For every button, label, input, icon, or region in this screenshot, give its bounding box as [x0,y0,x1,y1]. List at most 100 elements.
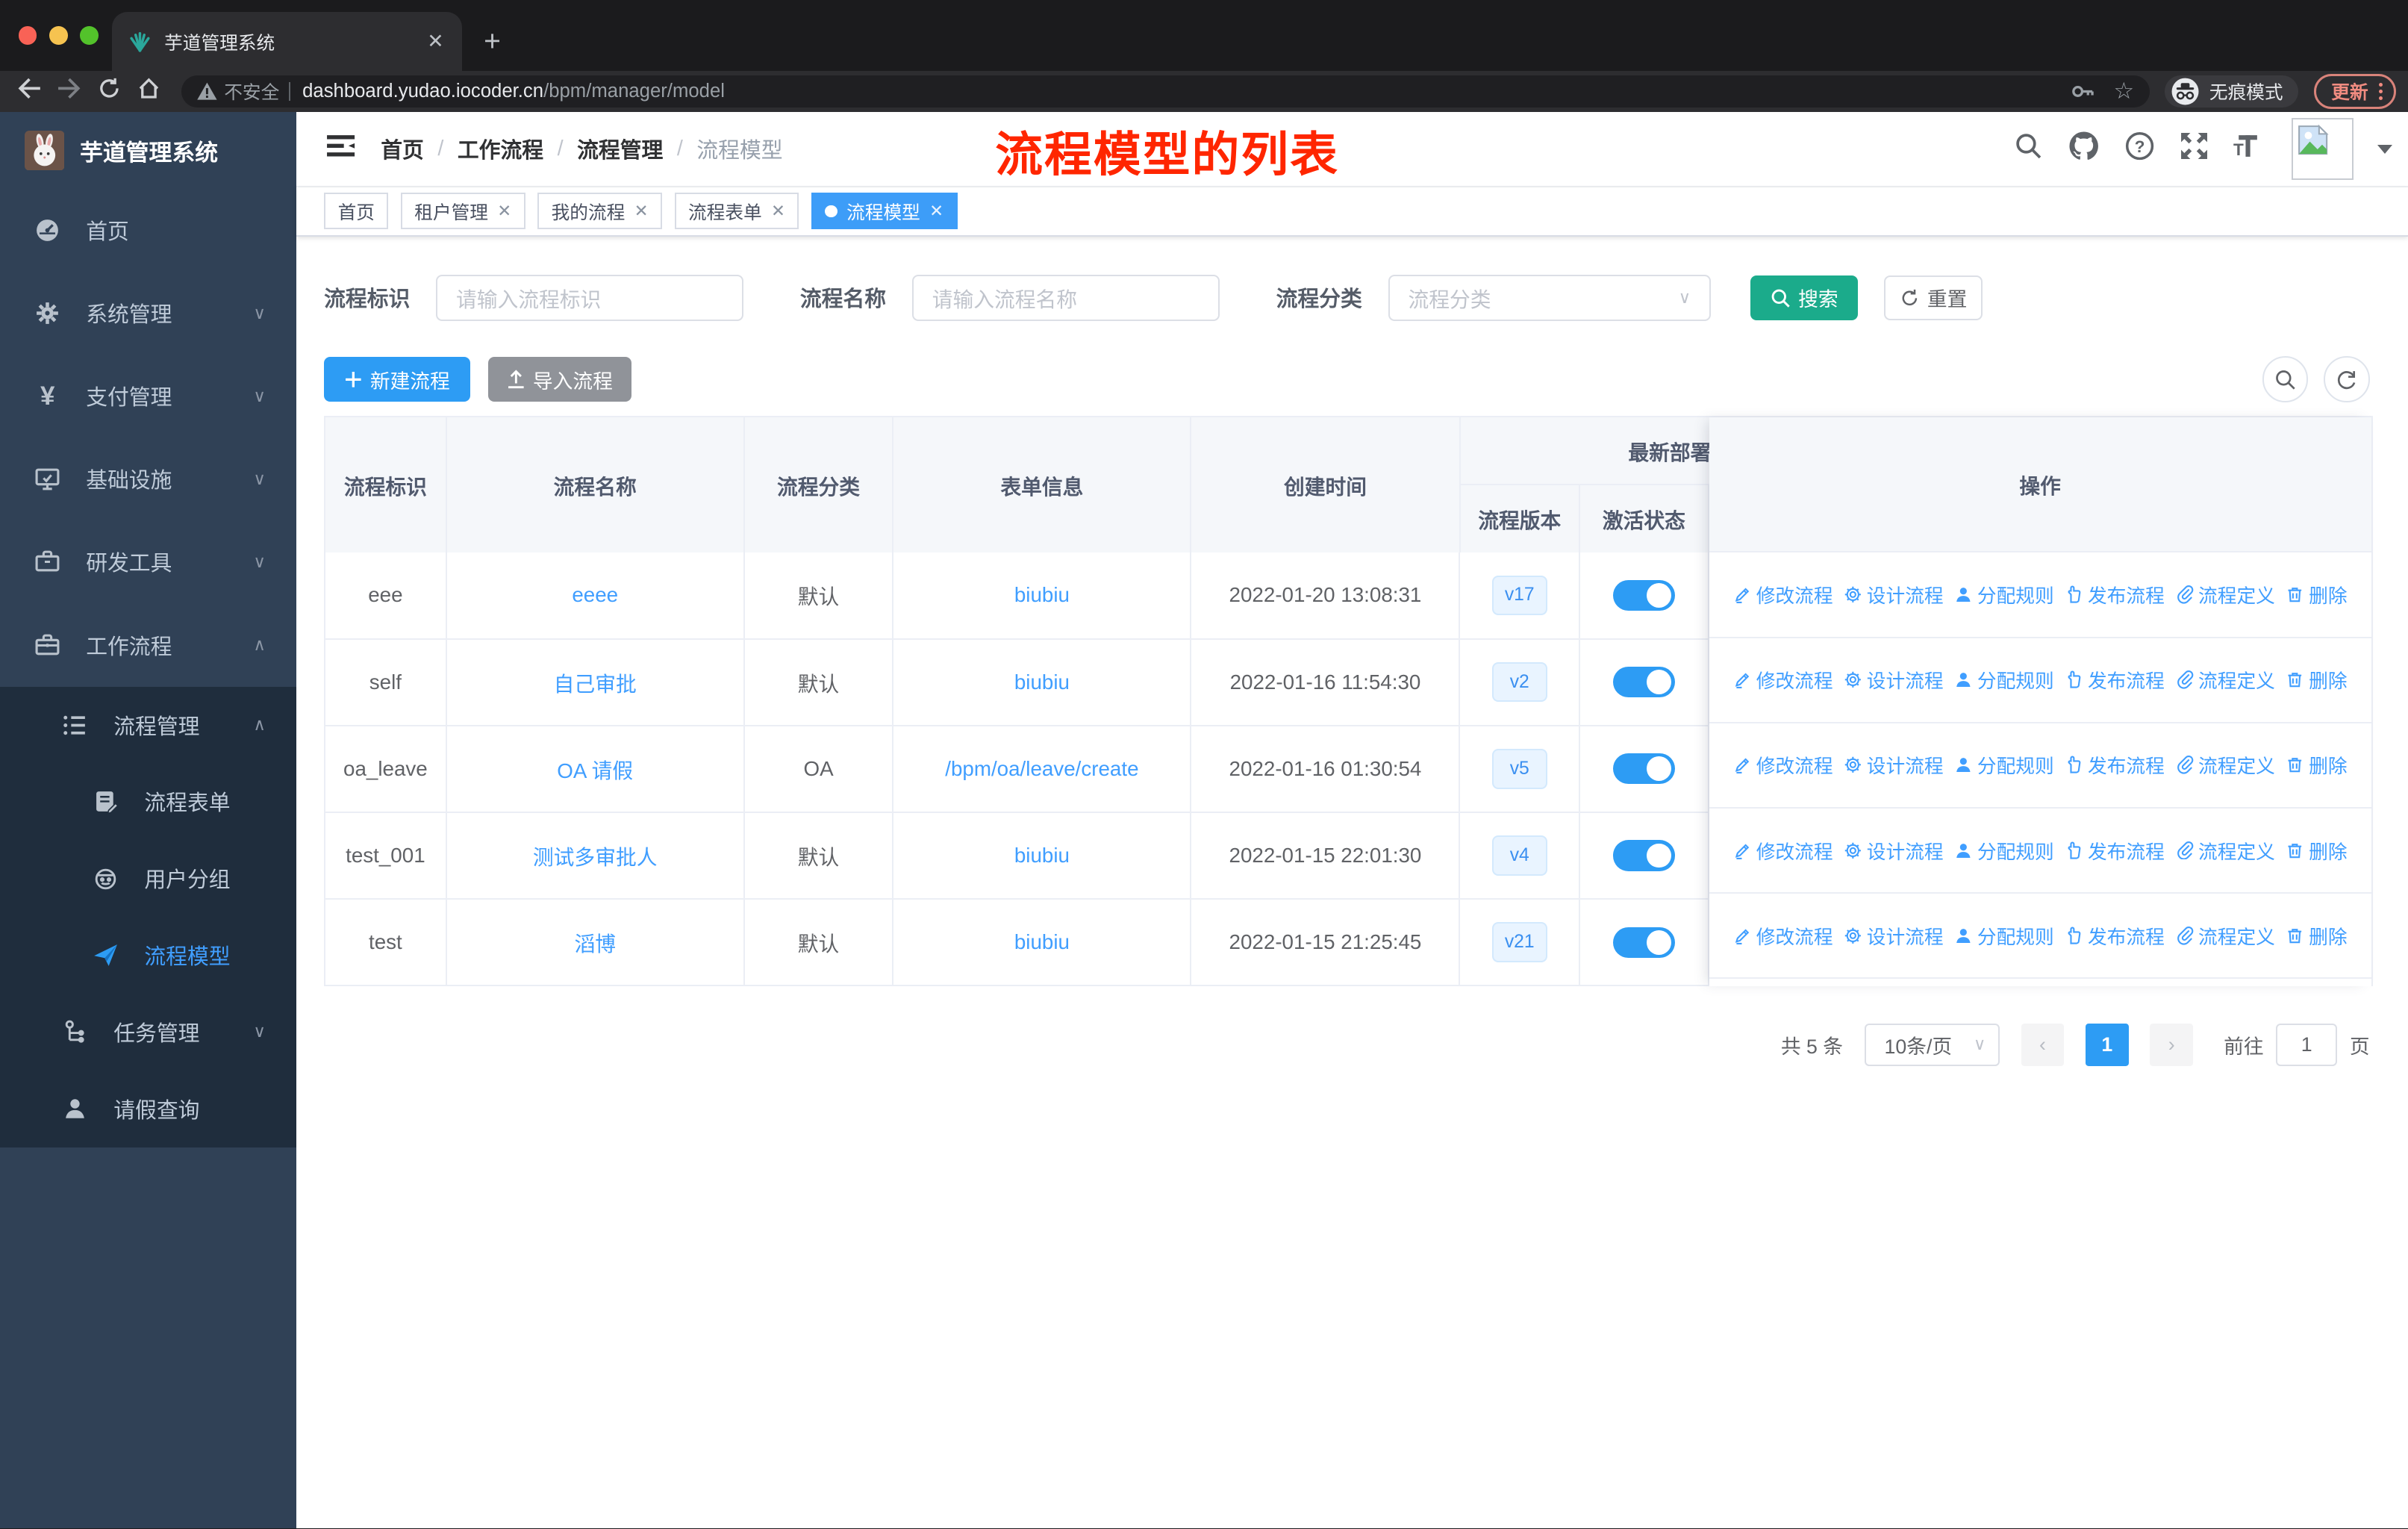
modify-process-link[interactable]: 修改流程 [1733,751,1833,779]
cell-form-link[interactable]: biubiu [893,900,1192,985]
cell-process-name-link[interactable]: eeee [447,552,745,638]
sidebar-item-process-model[interactable]: 流程模型 [0,917,296,994]
assign-rule-link[interactable]: 分配规则 [1954,666,2054,694]
process-category-select[interactable]: 流程分类 ∨ [1388,275,1711,321]
breadcrumb-item[interactable]: 首页 [381,134,424,164]
publish-process-link[interactable]: 发布流程 [2065,837,2165,865]
active-toggle[interactable] [1613,579,1675,611]
minimize-window-button[interactable] [49,25,68,45]
process-name-input[interactable]: 请输入流程名称 [912,275,1220,321]
tag-close-icon[interactable]: ✕ [634,202,649,221]
design-process-link[interactable]: 设计流程 [1844,837,1944,865]
cell-form-link[interactable]: /bpm/oa/leave/create [893,726,1192,812]
avatar-dropdown-caret[interactable] [2377,144,2393,154]
cell-form-link[interactable]: biubiu [893,552,1192,638]
sidebar-item-process-form[interactable]: 流程表单 [0,763,296,840]
assign-rule-link[interactable]: 分配规则 [1954,837,2054,865]
cell-form-link[interactable]: biubiu [893,812,1192,899]
publish-process-link[interactable]: 发布流程 [2065,751,2165,779]
tag-close-icon[interactable]: ✕ [771,202,785,221]
breadcrumb-item[interactable]: 工作流程 [458,134,543,164]
active-toggle[interactable] [1613,753,1675,785]
zoom-window-button[interactable] [79,25,99,45]
active-toggle[interactable] [1613,667,1675,698]
cell-process-name-link[interactable]: 自己审批 [447,639,745,725]
back-button[interactable] [12,78,46,105]
sidebar-item-home[interactable]: 首页 [0,189,296,272]
process-definition-link[interactable]: 流程定义 [2175,581,2275,608]
delete-link[interactable]: 删除 [2286,837,2348,865]
sidebar-item-system[interactable]: 系统管理 ∨ [0,272,296,355]
modify-process-link[interactable]: 修改流程 [1733,666,1833,694]
sidebar-item-devtools[interactable]: 研发工具 ∨ [0,520,296,603]
assign-rule-link[interactable]: 分配规则 [1954,922,2054,950]
page-number-1[interactable]: 1 [2086,1023,2129,1067]
cell-process-name-link[interactable]: 测试多审批人 [447,812,745,899]
refresh-table-button[interactable] [2323,356,2370,402]
password-key-icon[interactable] [2069,78,2095,105]
user-avatar[interactable] [2292,118,2354,180]
fullscreen-icon[interactable] [2180,131,2209,166]
reload-button[interactable] [92,77,125,106]
modify-process-link[interactable]: 修改流程 [1733,837,1833,865]
browser-tab[interactable]: 芋道管理系统 ✕ [112,12,463,71]
sidebar-item-user-group[interactable]: 用户分组 [0,840,296,917]
delete-link[interactable]: 删除 [2286,666,2348,694]
page-size-select[interactable]: 10条/页 ∨ [1864,1023,2000,1067]
sidebar-item-payment[interactable]: ¥ 支付管理 ∨ [0,355,296,437]
bookmark-star-icon[interactable]: ☆ [2113,78,2134,105]
tag-process-model-active[interactable]: 流程模型 ✕ [811,193,958,230]
assign-rule-link[interactable]: 分配规则 [1954,581,2054,608]
create-process-button[interactable]: 新建流程 [324,357,470,402]
modify-process-link[interactable]: 修改流程 [1733,581,1833,608]
github-icon[interactable] [2068,130,2100,168]
active-toggle[interactable] [1613,840,1675,871]
tag-close-icon[interactable]: ✕ [929,202,943,221]
process-definition-link[interactable]: 流程定义 [2175,837,2275,865]
import-process-button[interactable]: 导入流程 [488,357,631,402]
tag-home[interactable]: 首页 [324,193,389,230]
help-question-icon[interactable]: ? [2124,131,2155,167]
process-definition-link[interactable]: 流程定义 [2175,751,2275,779]
cell-form-link[interactable]: biubiu [893,639,1192,725]
next-page-button[interactable]: › [2150,1023,2194,1067]
tag-close-icon[interactable]: ✕ [497,202,511,221]
home-button[interactable] [132,77,166,106]
prev-page-button[interactable]: ‹ [2021,1023,2065,1067]
browser-menu-icon[interactable] [2379,82,2383,101]
sidebar-item-process-mgmt[interactable]: 流程管理 ∧ [0,687,296,764]
header-search-icon[interactable] [2014,131,2043,166]
goto-page-input[interactable]: 1 [2276,1023,2338,1067]
assign-rule-link[interactable]: 分配规则 [1954,751,2054,779]
sidebar-item-workflow[interactable]: 工作流程 ∧ [0,604,296,687]
update-label[interactable]: 更新 [2331,78,2368,105]
tab-close-icon[interactable]: ✕ [424,30,447,53]
cell-process-name-link[interactable]: 滔博 [447,900,745,985]
delete-link[interactable]: 删除 [2286,581,2348,608]
window-controls[interactable] [18,25,99,45]
tag-process-form[interactable]: 流程表单 ✕ [674,193,799,230]
tag-tenant[interactable]: 租户管理 ✕ [400,193,525,230]
design-process-link[interactable]: 设计流程 [1844,922,1944,950]
security-warning-icon[interactable] [196,81,218,102]
design-process-link[interactable]: 设计流程 [1844,581,1944,608]
search-button[interactable]: 搜索 [1750,275,1859,320]
new-tab-button[interactable]: + [484,12,501,70]
delete-link[interactable]: 删除 [2286,922,2348,950]
forward-button[interactable] [52,78,86,105]
process-definition-link[interactable]: 流程定义 [2175,922,2275,950]
active-toggle[interactable] [1613,927,1675,958]
font-size-icon[interactable]: T [2233,132,2267,166]
breadcrumb-item[interactable]: 流程管理 [577,134,663,164]
publish-process-link[interactable]: 发布流程 [2065,666,2165,694]
address-bar[interactable]: 不安全 dashboard.yudao.iocoder.cn/bpm/manag… [181,75,2150,108]
tag-my-process[interactable]: 我的流程 ✕ [537,193,663,230]
cell-process-name-link[interactable]: OA 请假 [447,726,745,812]
modify-process-link[interactable]: 修改流程 [1733,922,1833,950]
sidebar-item-infra[interactable]: 基础设施 ∨ [0,437,296,520]
toggle-search-button[interactable] [2262,356,2309,402]
design-process-link[interactable]: 设计流程 [1844,666,1944,694]
reset-button[interactable]: 重置 [1884,275,1983,320]
sidebar-item-leave-query[interactable]: 请假查询 [0,1071,296,1147]
close-window-button[interactable] [18,25,37,45]
